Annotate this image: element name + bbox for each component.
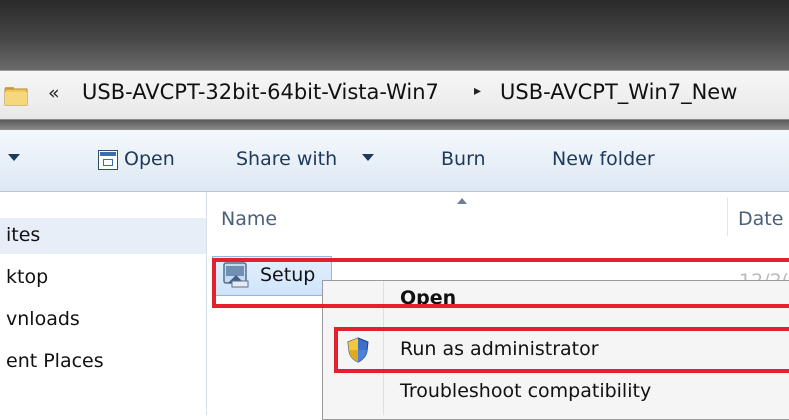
breadcrumb-arrow-icon[interactable]: ▸ <box>474 83 481 99</box>
column-header-date[interactable]: Date <box>738 208 783 230</box>
column-header-row <box>207 192 789 246</box>
command-bar: Open Share with Burn New folder <box>0 130 789 192</box>
nav-item-downloads[interactable]: vnloads <box>6 308 80 330</box>
column-header-name[interactable]: Name <box>221 208 277 230</box>
nav-item-favorites[interactable]: ites <box>6 224 40 246</box>
organize-chevron-down-icon[interactable] <box>8 154 20 161</box>
breadcrumb-win7-new[interactable]: USB-AVCPT_Win7_New <box>500 80 737 104</box>
nav-item-recent-places[interactable]: ent Places <box>6 350 104 372</box>
context-menu-item-troubleshoot-compatibility[interactable]: Troubleshoot compatibility <box>400 380 651 402</box>
folder-icon <box>4 87 28 106</box>
column-separator[interactable] <box>727 198 728 236</box>
address-toolbar-gap <box>0 120 789 130</box>
open-button[interactable]: Open <box>124 148 175 170</box>
nav-item-desktop[interactable]: ktop <box>6 266 48 288</box>
highlight-box-setup <box>212 258 789 308</box>
open-icon[interactable] <box>98 150 118 170</box>
address-overflow-chevron[interactable]: « <box>48 82 60 104</box>
window-title-area <box>0 0 789 70</box>
new-folder-button[interactable]: New folder <box>552 148 655 170</box>
highlight-box-run-as-administrator <box>334 327 789 373</box>
share-with-chevron-down-icon[interactable] <box>362 154 374 161</box>
burn-button[interactable]: Burn <box>441 148 486 170</box>
share-with-button[interactable]: Share with <box>236 148 337 170</box>
sort-ascending-icon <box>457 198 467 204</box>
breadcrumb-usb-avcpt[interactable]: USB-AVCPT-32bit-64bit-Vista-Win7 <box>82 80 439 104</box>
address-bar[interactable]: « USB-AVCPT-32bit-64bit-Vista-Win7 ▸ USB… <box>0 70 789 120</box>
